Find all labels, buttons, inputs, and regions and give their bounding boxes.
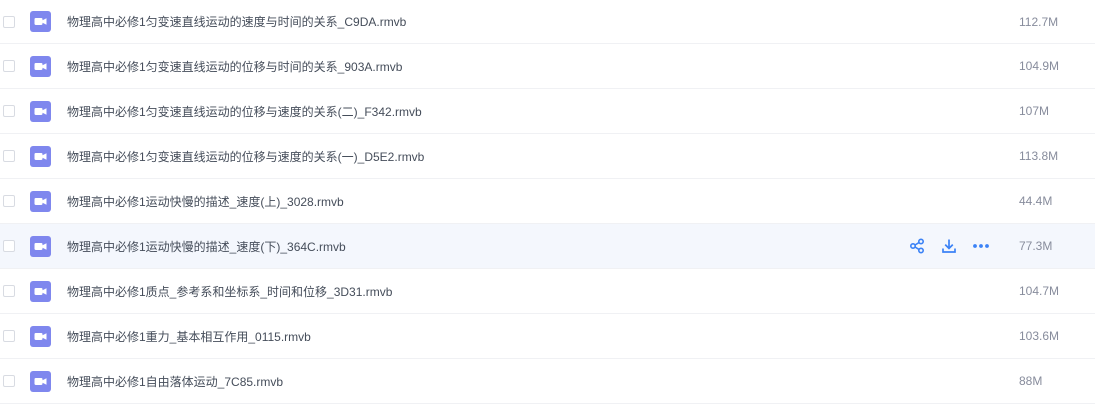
file-row[interactable]: 物理高中必修1质点_参考系和坐标系_时间和位移_3D31.rmvb 104.7M bbox=[0, 269, 1095, 314]
video-file-icon bbox=[30, 100, 51, 122]
row-checkbox[interactable] bbox=[3, 330, 15, 342]
download-icon bbox=[941, 238, 957, 254]
row-checkbox[interactable] bbox=[3, 105, 15, 117]
video-file-icon bbox=[30, 325, 51, 347]
file-size: 104.9M bbox=[1019, 59, 1060, 73]
video-file-icon bbox=[30, 235, 51, 257]
row-checkbox[interactable] bbox=[3, 150, 15, 162]
file-row[interactable]: 物理高中必修1自由落体运动_7C85.rmvb 88M bbox=[0, 359, 1095, 404]
file-name[interactable]: 物理高中必修1自由落体运动_7C85.rmvb bbox=[67, 373, 283, 390]
file-row[interactable]: 物理高中必修1匀变速直线运动的速度与时间的关系_C9DA.rmvb 112.7M bbox=[0, 0, 1095, 44]
file-name[interactable]: 物理高中必修1重力_基本相互作用_0115.rmvb bbox=[67, 328, 311, 345]
file-name[interactable]: 物理高中必修1匀变速直线运动的位移与速度的关系(一)_D5E2.rmvb bbox=[67, 148, 424, 165]
file-size: 107M bbox=[1019, 104, 1050, 118]
file-name[interactable]: 物理高中必修1运动快慢的描述_速度(上)_3028.rmvb bbox=[67, 193, 344, 210]
row-checkbox[interactable] bbox=[3, 240, 15, 252]
row-checkbox[interactable] bbox=[3, 15, 15, 28]
video-file-icon bbox=[30, 145, 51, 167]
file-row[interactable]: 物理高中必修1运动快慢的描述_速度(下)_364C.rmvb 77.3M bbox=[0, 224, 1095, 269]
share-button[interactable] bbox=[908, 237, 926, 255]
share-icon bbox=[909, 238, 925, 254]
file-size: 77.3M bbox=[1019, 239, 1053, 253]
video-file-icon bbox=[30, 280, 51, 302]
file-row[interactable]: 物理高中必修1匀变速直线运动的位移与速度的关系(二)_F342.rmvb 107M bbox=[0, 89, 1095, 134]
file-name[interactable]: 物理高中必修1质点_参考系和坐标系_时间和位移_3D31.rmvb bbox=[67, 283, 392, 300]
video-file-icon bbox=[30, 11, 51, 32]
video-file-icon bbox=[30, 190, 51, 212]
row-checkbox[interactable] bbox=[3, 285, 15, 297]
row-checkbox[interactable] bbox=[3, 60, 15, 72]
row-checkbox[interactable] bbox=[3, 375, 15, 387]
file-name[interactable]: 物理高中必修1匀变速直线运动的速度与时间的关系_C9DA.rmvb bbox=[67, 13, 406, 30]
file-name[interactable]: 物理高中必修1匀变速直线运动的位移与速度的关系(二)_F342.rmvb bbox=[67, 103, 422, 120]
file-size: 103.6M bbox=[1019, 329, 1060, 343]
row-checkbox[interactable] bbox=[3, 195, 15, 207]
file-list: 物理高中必修1匀变速直线运动的速度与时间的关系_C9DA.rmvb 112.7M 物… bbox=[0, 0, 1095, 404]
file-row[interactable]: 物理高中必修1运动快慢的描述_速度(上)_3028.rmvb 44.4M bbox=[0, 179, 1095, 224]
file-row[interactable]: 物理高中必修1重力_基本相互作用_0115.rmvb 103.6M bbox=[0, 314, 1095, 359]
file-size: 88M bbox=[1019, 374, 1043, 388]
file-name[interactable]: 物理高中必修1运动快慢的描述_速度(下)_364C.rmvb bbox=[67, 238, 346, 255]
file-row[interactable]: 物理高中必修1匀变速直线运动的位移与时间的关系_903A.rmvb 104.9M bbox=[0, 44, 1095, 89]
file-size: 113.8M bbox=[1019, 149, 1059, 163]
more-button[interactable] bbox=[972, 237, 990, 255]
file-size: 44.4M bbox=[1019, 194, 1053, 208]
video-file-icon bbox=[30, 370, 51, 392]
download-button[interactable] bbox=[940, 237, 958, 255]
file-size: 104.7M bbox=[1019, 284, 1060, 298]
more-icon bbox=[972, 238, 990, 254]
row-actions bbox=[908, 224, 1004, 268]
file-row[interactable]: 物理高中必修1匀变速直线运动的位移与速度的关系(一)_D5E2.rmvb 113.… bbox=[0, 134, 1095, 179]
video-file-icon bbox=[30, 55, 51, 77]
file-size: 112.7M bbox=[1019, 14, 1059, 29]
file-name[interactable]: 物理高中必修1匀变速直线运动的位移与时间的关系_903A.rmvb bbox=[67, 58, 402, 75]
